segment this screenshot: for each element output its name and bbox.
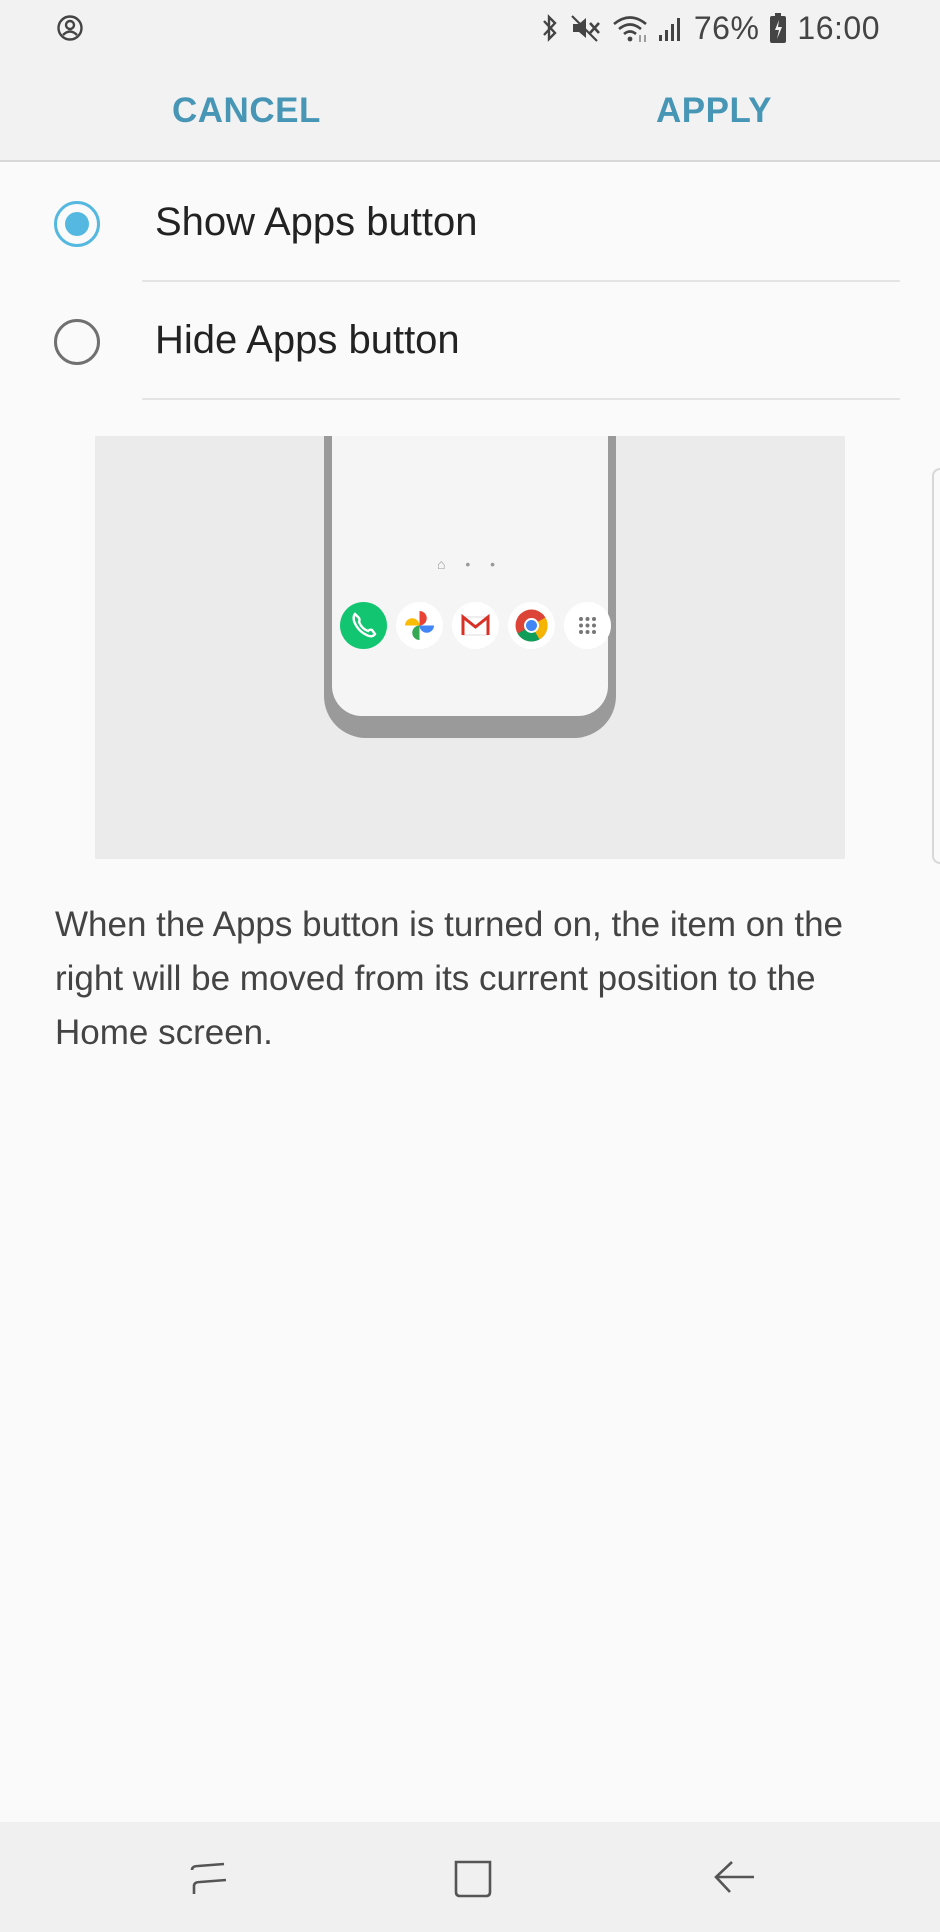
battery-percent: 76% [693, 9, 760, 46]
chrome-icon [508, 602, 555, 649]
clock: 16:00 [797, 9, 880, 46]
signal-icon [658, 18, 680, 41]
apply-button[interactable]: APPLY [656, 86, 772, 136]
hide-apps-radio[interactable] [54, 319, 100, 365]
battery-icon [770, 13, 787, 43]
phone-icon [340, 602, 387, 649]
preview-image: ⌂ • • [95, 436, 845, 859]
show-apps-option[interactable]: Show Apps button [0, 164, 940, 282]
apps-grid-icon [564, 602, 611, 649]
hide-apps-label: Hide Apps button [155, 318, 460, 362]
bluetooth-icon [542, 14, 557, 42]
divider [142, 398, 900, 400]
navigation-bar [0, 1822, 940, 1932]
status-icons: 76% 16:00 [540, 8, 880, 48]
action-bar: CANCEL APPLY [0, 56, 940, 162]
account-circle-icon [57, 15, 83, 41]
page-indicator: ⌂ • • [436, 556, 504, 572]
photos-icon [396, 602, 443, 649]
back-icon[interactable] [708, 1852, 762, 1906]
gmail-icon [452, 602, 499, 649]
edge-panel-handle[interactable] [932, 468, 940, 864]
dock [340, 602, 611, 649]
hide-apps-option[interactable]: Hide Apps button [0, 282, 940, 400]
home-icon[interactable] [446, 1852, 500, 1906]
phone-screen: ⌂ • • [332, 436, 611, 716]
description-text: When the Apps button is turned on, the i… [55, 905, 844, 1052]
mute-icon [571, 15, 600, 42]
screen: 76% 16:00 CANCEL APPLY Show Apps button … [0, 0, 940, 1932]
show-apps-radio[interactable] [54, 201, 100, 247]
wifi-icon [613, 16, 647, 42]
phone-illustration: ⌂ • • [324, 436, 616, 738]
status-bar: 76% 16:00 [0, 0, 940, 56]
cancel-button[interactable]: CANCEL [172, 86, 321, 136]
recent-apps-icon[interactable] [182, 1852, 236, 1906]
show-apps-label: Show Apps button [155, 200, 478, 244]
